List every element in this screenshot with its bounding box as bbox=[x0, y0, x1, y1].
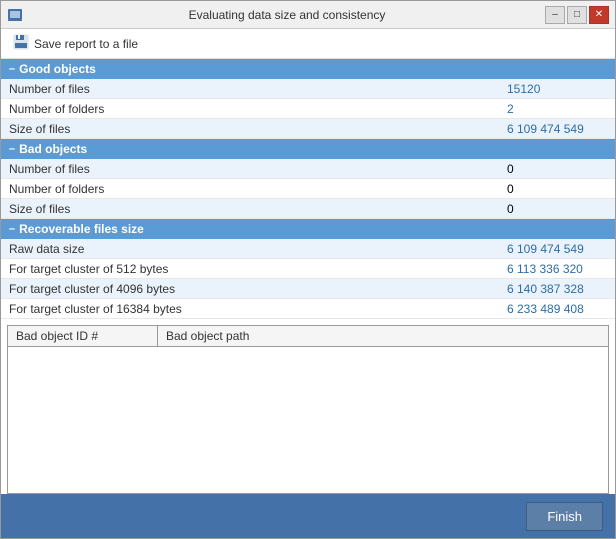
recoverable-section: – Recoverable files size Raw data size 6… bbox=[1, 219, 615, 319]
collapse-recoverable-icon[interactable]: – bbox=[9, 223, 15, 235]
bad-num-folders-label: Number of folders bbox=[9, 182, 507, 196]
bad-size-files-row: Size of files 0 bbox=[1, 199, 615, 219]
content-area: – Good objects Number of files 15120 Num… bbox=[1, 59, 615, 494]
app-icon bbox=[7, 7, 23, 23]
bad-objects-header: – Bad objects bbox=[1, 139, 615, 159]
good-size-files-label: Size of files bbox=[9, 122, 507, 136]
bad-objects-table-header: Bad object ID # Bad object path bbox=[7, 325, 609, 347]
bad-num-folders-row: Number of folders 0 bbox=[1, 179, 615, 199]
good-objects-header: – Good objects bbox=[1, 59, 615, 79]
cluster-512-value: 6 113 336 320 bbox=[507, 262, 607, 276]
save-icon bbox=[13, 34, 29, 53]
good-num-folders-value: 2 bbox=[507, 102, 607, 116]
cluster-4096-row: For target cluster of 4096 bytes 6 140 3… bbox=[1, 279, 615, 299]
table-col-id: Bad object ID # bbox=[8, 326, 158, 346]
cluster-512-row: For target cluster of 512 bytes 6 113 33… bbox=[1, 259, 615, 279]
bad-objects-section: – Bad objects Number of files 0 Number o… bbox=[1, 139, 615, 219]
bad-num-files-value: 0 bbox=[507, 162, 607, 176]
window-title: Evaluating data size and consistency bbox=[29, 8, 545, 22]
bad-objects-label: Bad objects bbox=[19, 142, 87, 156]
cluster-16384-value: 6 233 489 408 bbox=[507, 302, 607, 316]
good-num-files-value: 15120 bbox=[507, 82, 607, 96]
good-num-folders-label: Number of folders bbox=[9, 102, 507, 116]
save-report-label: Save report to a file bbox=[34, 37, 138, 51]
cluster-512-label: For target cluster of 512 bytes bbox=[9, 262, 507, 276]
cluster-16384-label: For target cluster of 16384 bytes bbox=[9, 302, 507, 316]
recoverable-label: Recoverable files size bbox=[19, 222, 144, 236]
good-num-files-row: Number of files 15120 bbox=[1, 79, 615, 99]
bottom-bar: Finish bbox=[1, 494, 615, 538]
cluster-4096-value: 6 140 387 328 bbox=[507, 282, 607, 296]
bad-size-files-value: 0 bbox=[507, 202, 607, 216]
table-col-path: Bad object path bbox=[158, 326, 608, 346]
bad-num-folders-value: 0 bbox=[507, 182, 607, 196]
cluster-4096-label: For target cluster of 4096 bytes bbox=[9, 282, 507, 296]
good-num-folders-row: Number of folders 2 bbox=[1, 99, 615, 119]
bad-num-files-label: Number of files bbox=[9, 162, 507, 176]
minimize-button[interactable]: – bbox=[545, 6, 565, 24]
save-report-button[interactable]: Save report to a file bbox=[9, 32, 142, 55]
good-size-files-value: 6 109 474 549 bbox=[507, 122, 607, 136]
main-window: Evaluating data size and consistency – □… bbox=[0, 0, 616, 539]
good-objects-label: Good objects bbox=[19, 62, 96, 76]
close-button[interactable]: ✕ bbox=[589, 6, 609, 24]
toolbar: Save report to a file bbox=[1, 29, 615, 59]
good-num-files-label: Number of files bbox=[9, 82, 507, 96]
good-objects-section: – Good objects Number of files 15120 Num… bbox=[1, 59, 615, 139]
recoverable-header: – Recoverable files size bbox=[1, 219, 615, 239]
bad-objects-table-body bbox=[7, 347, 609, 494]
collapse-good-icon[interactable]: – bbox=[9, 63, 15, 75]
raw-data-size-label: Raw data size bbox=[9, 242, 507, 256]
bad-num-files-row: Number of files 0 bbox=[1, 159, 615, 179]
finish-button[interactable]: Finish bbox=[526, 502, 603, 531]
raw-data-size-value: 6 109 474 549 bbox=[507, 242, 607, 256]
collapse-bad-icon[interactable]: – bbox=[9, 143, 15, 155]
maximize-button[interactable]: □ bbox=[567, 6, 587, 24]
title-bar: Evaluating data size and consistency – □… bbox=[1, 1, 615, 29]
bad-size-files-label: Size of files bbox=[9, 202, 507, 216]
window-controls: – □ ✕ bbox=[545, 6, 609, 24]
cluster-16384-row: For target cluster of 16384 bytes 6 233 … bbox=[1, 299, 615, 319]
good-size-files-row: Size of files 6 109 474 549 bbox=[1, 119, 615, 139]
raw-data-size-row: Raw data size 6 109 474 549 bbox=[1, 239, 615, 259]
